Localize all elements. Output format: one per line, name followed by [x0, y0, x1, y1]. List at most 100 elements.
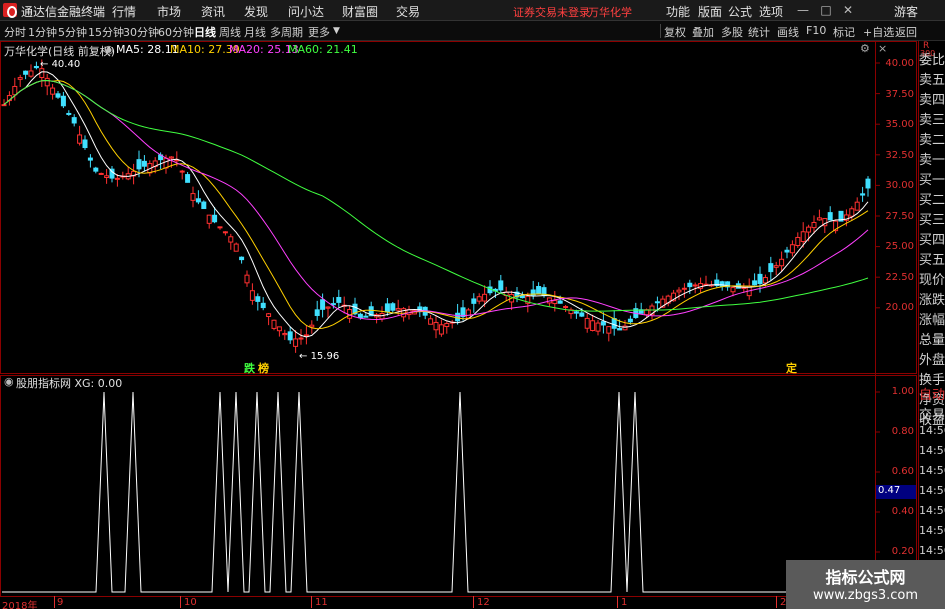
- menu-item-quotes[interactable]: 行情: [112, 3, 136, 20]
- menu-item-options[interactable]: 选项: [759, 3, 783, 20]
- candle-body: [206, 214, 212, 224]
- login-warning[interactable]: 证券交易未登录: [513, 4, 590, 20]
- period-5min[interactable]: 5分钟: [58, 24, 87, 40]
- menu-item-formula[interactable]: 公式: [728, 3, 752, 20]
- mark-button[interactable]: 标记: [833, 24, 855, 40]
- tag-board[interactable]: 榜: [258, 360, 269, 376]
- stats-button[interactable]: 统计: [748, 24, 770, 40]
- candle-body: [260, 302, 266, 309]
- candle-body: [773, 265, 779, 268]
- quote-side-panel: R 300 委比 卖五 卖四 卖三 卖二 卖一 买一 买二 买三 买四 买五 现价 涨跌 涨幅 总量 外盘 换手…: [918, 41, 945, 609]
- x-tick: [54, 596, 55, 608]
- period-weekly[interactable]: 周线: [219, 24, 241, 40]
- x-tick: [776, 596, 777, 608]
- maximize-icon[interactable]: □: [818, 2, 834, 18]
- kline-chart[interactable]: [0, 41, 918, 609]
- menu-item-market[interactable]: 市场: [157, 3, 181, 20]
- panel-item: 买四: [919, 233, 945, 248]
- menu-item-trade[interactable]: 交易: [396, 3, 420, 20]
- chart-close-icon[interactable]: ×: [878, 42, 887, 55]
- period-30min[interactable]: 30分钟: [123, 24, 159, 40]
- candle-body: [779, 258, 785, 267]
- candle-body: [357, 313, 363, 319]
- sub-y-label: 0.20: [891, 546, 914, 557]
- f10-button[interactable]: F10: [806, 24, 826, 37]
- panel-item: 涨跌: [919, 293, 945, 308]
- candle-body: [93, 167, 99, 172]
- x-tick: [180, 596, 181, 608]
- panel-time-item: 14:56: [919, 504, 945, 517]
- chart-title: 万华化学(日线 前复权): [4, 45, 116, 58]
- candle-body: [768, 263, 774, 273]
- candle-body: [465, 309, 471, 319]
- stock-name-title: 万华化学: [588, 6, 632, 19]
- candle-body: [271, 319, 277, 329]
- indicator-settings-icon[interactable]: ◉: [4, 375, 14, 388]
- menu-item-functions[interactable]: 功能: [666, 3, 690, 20]
- candle-body: [498, 280, 504, 291]
- period-monthly[interactable]: 月线: [244, 24, 266, 40]
- candle-body: [676, 289, 682, 293]
- menu-item-assistant[interactable]: 问小达: [288, 3, 324, 20]
- sub-y-label: 0.40: [891, 506, 914, 517]
- add-watchlist-button[interactable]: +自选: [863, 24, 894, 40]
- period-intraday[interactable]: 分时: [4, 24, 26, 40]
- panel-trade-item[interactable]: 交易: [919, 404, 945, 423]
- panel-item: 卖二: [919, 133, 945, 148]
- watermark-url: www.zbgs3.com: [812, 588, 919, 603]
- panel-item: 卖四: [919, 93, 945, 108]
- candle-body: [287, 331, 293, 341]
- candle-body: [849, 208, 855, 217]
- back-button[interactable]: 返回: [895, 24, 917, 40]
- minimize-icon[interactable]: —: [795, 2, 811, 18]
- candle-body: [325, 306, 331, 309]
- adjust-button[interactable]: 复权: [664, 24, 686, 40]
- candle-body: [557, 300, 563, 304]
- panel-item: 外盘: [919, 353, 945, 368]
- period-daily[interactable]: 日线: [194, 24, 216, 40]
- candle-body: [692, 284, 698, 287]
- period-more[interactable]: 更多: [308, 24, 330, 40]
- menu-item-discover[interactable]: 发现: [244, 3, 268, 20]
- guest-label[interactable]: 游客: [894, 3, 918, 20]
- overlay-button[interactable]: 叠加: [692, 24, 714, 40]
- menu-bar: 通达信金融终端 行情 市场 资讯 发现 问小达 财富圈 交易 证券交易未登录 万…: [0, 0, 945, 21]
- more-dropdown-icon[interactable]: ▼: [333, 26, 340, 36]
- menu-item-layout[interactable]: 版面: [698, 3, 722, 20]
- candle-body: [617, 328, 623, 331]
- tag-fall[interactable]: 跌: [244, 360, 255, 376]
- menu-item-news[interactable]: 资讯: [201, 3, 225, 20]
- panel-item: 总量: [919, 333, 945, 348]
- candle-body: [60, 95, 66, 107]
- menu-item-wealth[interactable]: 财富圈: [342, 3, 378, 20]
- toolbar-separator: [660, 24, 661, 38]
- ma-settings-icon[interactable]: ◉: [104, 43, 114, 56]
- x-label: 11: [315, 597, 328, 608]
- candle-body: [77, 134, 83, 144]
- candle-body: [66, 112, 72, 115]
- period-60min[interactable]: 60分钟: [158, 24, 194, 40]
- tag-fixed[interactable]: 定: [786, 360, 797, 376]
- candle-body: [482, 293, 488, 302]
- candle-body: [681, 287, 687, 290]
- candle-body: [190, 193, 196, 201]
- ma60-label: MA60: 21.41: [288, 43, 358, 56]
- app-title: 通达信金融终端: [21, 5, 106, 19]
- period-15min[interactable]: 15分钟: [88, 24, 124, 40]
- multi-stock-button[interactable]: 多股: [721, 24, 743, 40]
- draw-line-button[interactable]: 画线: [777, 24, 799, 40]
- candle-body: [827, 212, 833, 221]
- period-toolbar: 分时 1分钟 5分钟 15分钟 30分钟 60分钟 日线 周线 月线 多周期 更…: [0, 21, 945, 41]
- close-icon[interactable]: ✕: [840, 2, 856, 18]
- chart-settings-icon[interactable]: ⚙: [860, 42, 870, 55]
- app-logo-icon: [3, 3, 17, 18]
- y-label: 20.00: [885, 302, 914, 313]
- period-multi[interactable]: 多周期: [270, 24, 303, 40]
- candle-body: [806, 226, 812, 233]
- high-price-value: 40.40: [51, 59, 81, 70]
- candle-body: [50, 87, 56, 95]
- period-1min[interactable]: 1分钟: [28, 24, 57, 40]
- candle-body: [239, 256, 245, 261]
- panel-trade-item[interactable]: 自动: [919, 384, 945, 403]
- candle-body: [33, 65, 39, 69]
